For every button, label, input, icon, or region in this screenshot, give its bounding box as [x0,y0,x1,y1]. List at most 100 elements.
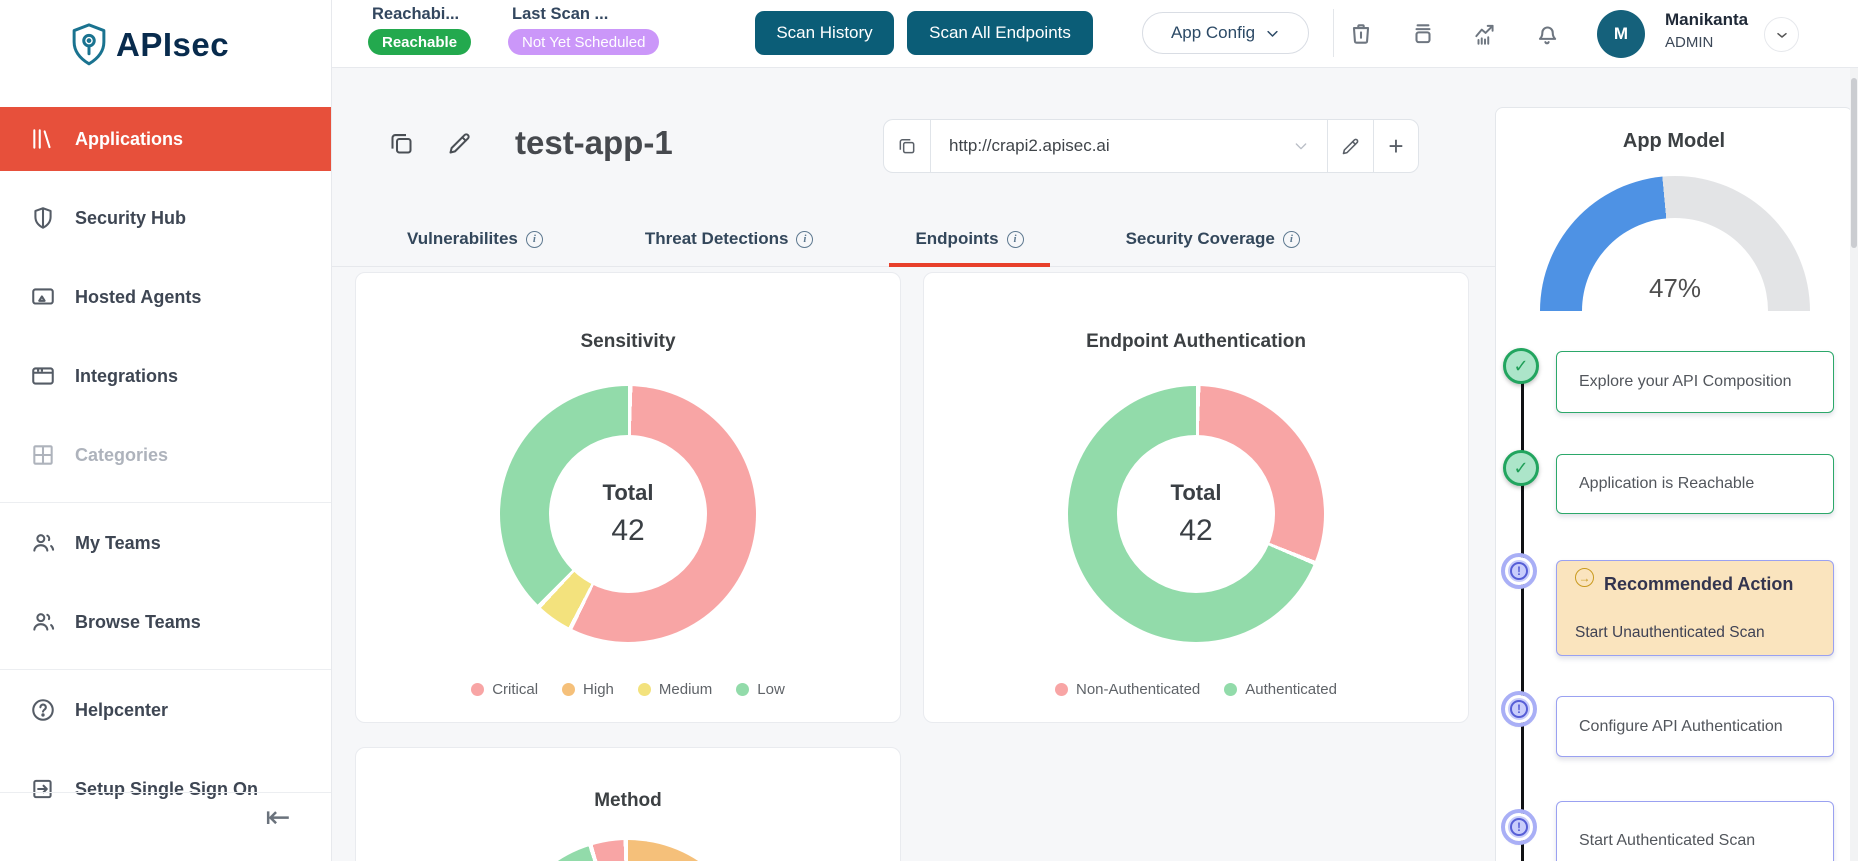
legend-item: Non-Authenticated [1055,681,1200,698]
add-url-button[interactable]: + [1373,119,1419,173]
step-explore-api-composition[interactable]: Explore your API Composition [1556,351,1834,413]
tab-bar: Vulnerabilites i Threat Detections i End… [332,212,1495,267]
grid-icon [30,442,56,468]
donut-center-label: Total [602,480,654,505]
shield-icon [30,205,56,231]
sidebar-item-security-hub[interactable]: Security Hub [0,186,331,250]
chart-legend: Critical High Medium Low [471,681,785,698]
scan-all-endpoints-button[interactable]: Scan All Endpoints [907,11,1093,55]
sidebar-item-my-teams[interactable]: My Teams [0,511,331,575]
info-icon[interactable]: i [1282,230,1300,248]
copy-icon [897,136,917,156]
legend-item: Authenticated [1224,681,1337,698]
chart-legend: Non-Authenticated Authenticated [1055,681,1337,698]
bell-icon[interactable] [1534,21,1560,47]
app-url-value: http://crapi2.apisec.ai [949,136,1110,155]
sidebar-divider [0,792,331,793]
donut-total-value: 42 [611,514,645,547]
sidebar-item-hosted-agents[interactable]: Hosted Agents [0,265,331,329]
tab-threat-detections[interactable]: Threat Detections i [619,212,840,266]
scan-history-button[interactable]: Scan History [755,11,894,55]
screen-share-icon [30,284,56,310]
info-icon[interactable]: i [796,230,814,248]
info-icon[interactable]: i [1006,230,1024,248]
sidebar-item-browse-teams[interactable]: Browse Teams [0,590,331,654]
user-name: Manikanta [1665,10,1749,29]
step-configure-api-authentication[interactable]: Configure API Authentication [1556,696,1834,757]
sensitivity-card: Sensitivity Total 42 Critical High Mediu… [355,272,901,723]
user-role: ADMIN [1665,34,1714,51]
trash-icon[interactable] [1348,21,1374,47]
sidebar-item-label: Browse Teams [75,611,201,632]
endpoint-auth-donut-chart: Total 42 [1068,386,1324,642]
tab-vulnerabilites[interactable]: Vulnerabilites i [381,212,569,266]
legend-dot [471,683,485,696]
exclamation-glyph: ! [1510,562,1528,580]
archive-icon[interactable] [1410,21,1436,47]
donut-total-value: 42 [1179,514,1213,547]
info-icon[interactable]: i [525,230,543,248]
app-url-select[interactable]: http://crapi2.apisec.ai [930,119,1328,173]
legend-item: Medium [637,681,712,698]
sidebar-item-label: My Teams [75,532,161,553]
chevron-down-icon [1265,26,1280,41]
app-title-row: test-app-1 [388,115,673,171]
tab-security-coverage[interactable]: Security Coverage i [1100,212,1326,266]
top-header: Reachabi... Reachable Last Scan ... Not … [332,0,1858,68]
reachability-status-badge: Reachable [368,29,472,55]
scrollbar-thumb[interactable] [1851,78,1857,248]
sidebar-item-label: Helpcenter [75,699,169,720]
sidebar-item-categories[interactable]: Categories [0,423,331,487]
exclamation-circle-icon: ! [1501,809,1537,845]
method-card: Method [355,747,901,861]
legend-label: Critical [492,681,539,698]
copy-icon[interactable] [388,130,415,157]
tab-label: Endpoints [915,229,999,248]
donut-center: Total 42 [549,435,707,593]
sidebar-item-label: Setup Single Sign On [75,778,259,799]
edit-pencil-icon[interactable] [446,130,473,157]
gauge-value: 47% [1648,273,1702,303]
step-recommended-action[interactable]: → Recommended Action Start Unauthenticat… [1556,560,1834,656]
sidebar-item-integrations[interactable]: Integrations [0,344,331,408]
legend-dot [637,683,651,696]
sidebar: APIsec Applications Security Hub Hosted … [0,0,332,861]
tab-label: Threat Detections [644,229,789,248]
sidebar-item-label: Integrations [75,365,179,386]
page-scrollbar[interactable] [1850,68,1858,861]
sidebar-item-applications[interactable]: Applications [0,107,331,171]
endpoint-authentication-card: Endpoint Authentication Total 42 Non-Aut… [923,272,1469,723]
sidebar-item-label: Categories [75,444,169,465]
app-url-group: http://crapi2.apisec.ai + [883,119,1419,173]
copy-url-button[interactable] [883,119,931,173]
browser-window-icon [30,363,56,389]
sidebar-divider [0,502,331,503]
chart-title: Method [594,790,662,811]
user-info: Manikanta ADMIN [1665,10,1748,51]
user-menu-chevron-button[interactable] [1764,17,1799,52]
app-model-gauge: 47% [1540,176,1810,316]
tab-endpoints[interactable]: Endpoints i [889,212,1050,267]
collapse-sidebar-icon[interactable]: ⇤ [258,800,298,836]
chevron-down-icon [1293,138,1309,154]
chevron-down-icon [1774,27,1790,43]
sign-in-icon [30,776,56,802]
app-config-dropdown[interactable]: App Config [1142,12,1309,54]
sidebar-item-helpcenter[interactable]: Helpcenter [0,678,331,742]
legend-label: Authenticated [1245,681,1337,698]
legend-label: High [583,681,614,698]
edit-url-button[interactable] [1327,119,1374,173]
exclamation-circle-icon: ! [1501,553,1537,589]
step-application-reachable[interactable]: Application is Reachable [1556,454,1834,514]
brand-logo: APIsec [68,22,229,68]
avatar[interactable]: M [1597,10,1645,58]
header-icons [1348,21,1560,47]
sidebar-nav: Applications Security Hub Hosted Agents … [0,107,331,836]
analytics-icon[interactable] [1472,21,1498,47]
tab-label: Security Coverage [1125,229,1275,248]
step-label: Start Authenticated Scan [1579,832,1756,849]
people-icon [30,609,56,635]
recommended-action-header: → Recommended Action [1575,568,1793,595]
check-circle-icon: ✓ [1503,348,1539,384]
step-start-authenticated-scan[interactable]: Start Authenticated Scan [1556,801,1834,861]
